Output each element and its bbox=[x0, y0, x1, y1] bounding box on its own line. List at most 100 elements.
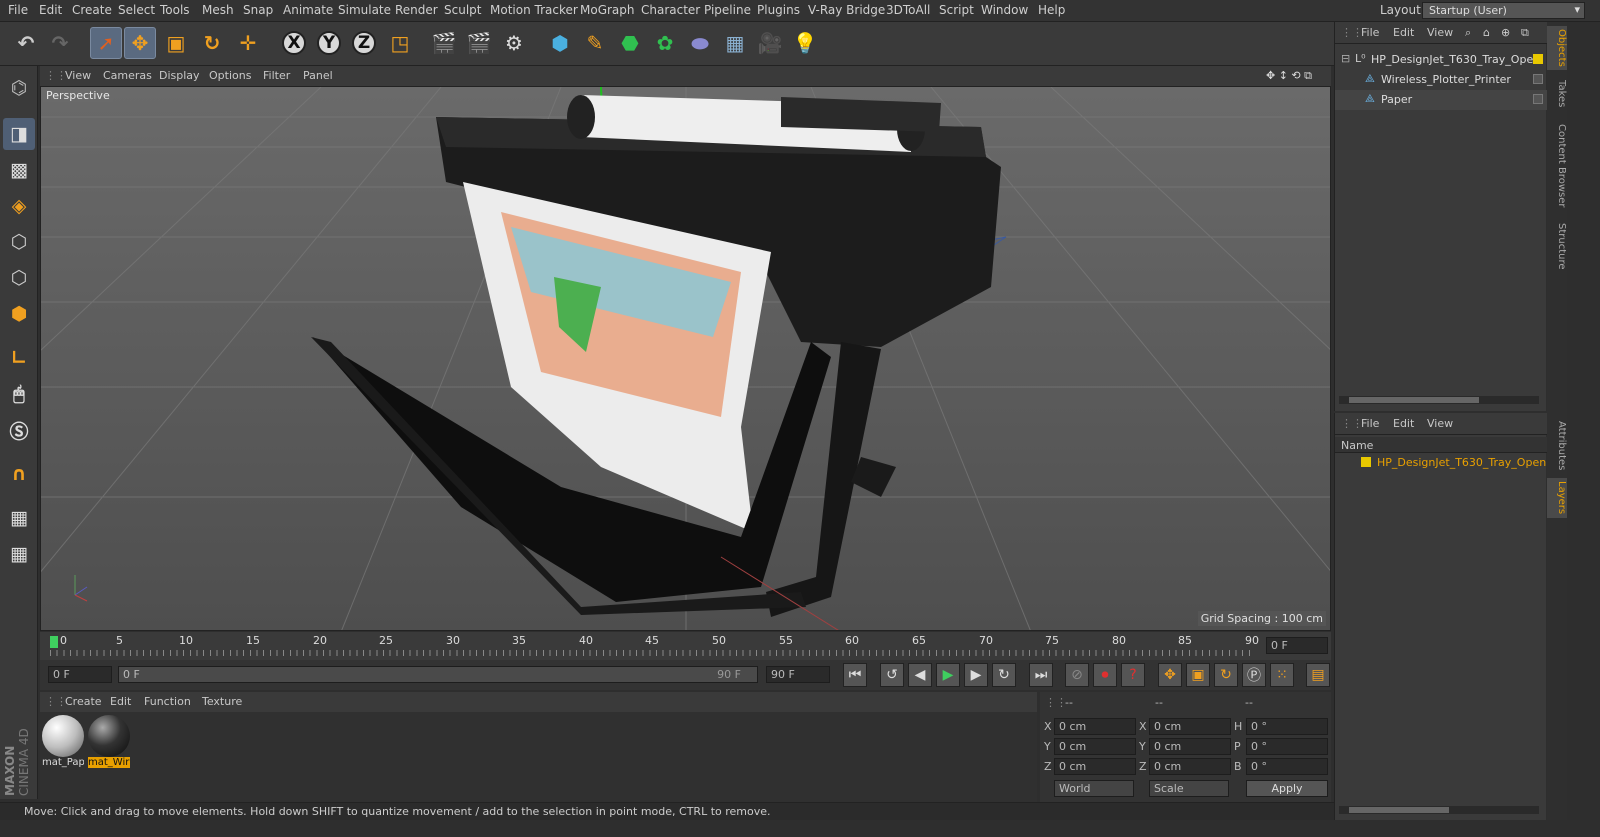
move-alt-icon[interactable]: ✛ bbox=[232, 27, 264, 59]
tab-structure[interactable]: Structure bbox=[1547, 218, 1567, 274]
viewport-menu-view[interactable]: View bbox=[65, 69, 91, 82]
horizontal-scrollbar[interactable] bbox=[1339, 806, 1539, 814]
tag-icon[interactable] bbox=[1533, 74, 1543, 84]
workplane-icon[interactable]: ◈ bbox=[3, 190, 35, 222]
planar-workplane-icon[interactable]: ▦ bbox=[3, 538, 35, 570]
model-mode-icon[interactable]: ◨ bbox=[3, 118, 35, 150]
viewport-menu-filter[interactable]: Filter bbox=[263, 69, 290, 82]
points-mode-icon[interactable]: ⬡ bbox=[3, 226, 35, 258]
move-icon[interactable]: ✥ bbox=[124, 27, 156, 59]
timeline-ruler[interactable]: 0 5 10 15 20 25 30 35 40 45 50 55 60 65 … bbox=[40, 632, 1331, 660]
next-frame-icon[interactable]: ▶ bbox=[964, 663, 988, 687]
redo-icon[interactable]: ↷ bbox=[44, 27, 76, 59]
material-swatch[interactable]: mat_Wir bbox=[88, 715, 130, 771]
undo-icon[interactable]: ↶ bbox=[10, 27, 42, 59]
timeline-window-icon[interactable]: ▤ bbox=[1306, 663, 1330, 687]
pen-spline-icon[interactable]: ✎ bbox=[579, 27, 611, 59]
light-icon[interactable]: 💡 bbox=[789, 27, 821, 59]
tab-attributes[interactable]: Attributes bbox=[1547, 418, 1567, 474]
previous-frame-icon[interactable]: ◀ bbox=[908, 663, 932, 687]
viewport-camera-label[interactable]: Perspective bbox=[43, 89, 113, 102]
viewport-menu-cameras[interactable]: Cameras bbox=[103, 69, 152, 82]
new-window-icon[interactable]: ⧉ bbox=[1521, 26, 1529, 40]
objects-menu-file[interactable]: File bbox=[1361, 26, 1379, 39]
collapse-icon[interactable]: ⊟ bbox=[1341, 52, 1350, 65]
go-to-start-icon[interactable]: ⏮ bbox=[843, 663, 867, 687]
camera-icon[interactable]: 🎥 bbox=[754, 27, 786, 59]
tag-icon[interactable] bbox=[1533, 94, 1543, 104]
menu-sculpt[interactable]: Sculpt bbox=[444, 3, 481, 17]
scale-icon[interactable]: ▣ bbox=[160, 27, 192, 59]
cube-primitive-icon[interactable]: ⬢ bbox=[544, 27, 576, 59]
apply-button[interactable]: Apply bbox=[1246, 780, 1328, 797]
x-axis-lock-button[interactable]: X bbox=[278, 27, 310, 59]
render-settings-icon[interactable]: ⚙ bbox=[498, 27, 530, 59]
menu-vray-bridge[interactable]: V-Ray Bridge bbox=[808, 3, 885, 17]
z-axis-lock-button[interactable]: Z bbox=[348, 27, 380, 59]
layout-select[interactable]: Startup (User) ▾ bbox=[1422, 2, 1585, 19]
go-to-end-icon[interactable]: ⏭ bbox=[1029, 663, 1053, 687]
y-axis-lock-button[interactable]: Y bbox=[313, 27, 345, 59]
menu-render[interactable]: Render bbox=[395, 3, 438, 17]
tab-layers[interactable]: Layers bbox=[1547, 478, 1567, 518]
menu-character[interactable]: Character bbox=[641, 3, 700, 17]
record-icon[interactable]: ⏺ bbox=[1093, 663, 1117, 687]
position-z-field[interactable]: 0 cm bbox=[1054, 758, 1136, 775]
layers-menu-view[interactable]: View bbox=[1427, 417, 1453, 430]
horizontal-scrollbar[interactable] bbox=[1339, 396, 1539, 404]
menu-help[interactable]: Help bbox=[1038, 3, 1065, 17]
layers-menu-file[interactable]: File bbox=[1361, 417, 1379, 430]
tweak-mode-icon[interactable]: 🖱 bbox=[3, 378, 35, 410]
menu-snap[interactable]: Snap bbox=[243, 3, 273, 17]
material-menu-create[interactable]: Create bbox=[65, 695, 102, 708]
menu-select[interactable]: Select bbox=[118, 3, 155, 17]
size-mode-select[interactable]: Scale bbox=[1149, 780, 1229, 797]
make-editable-icon[interactable]: ⌬ bbox=[3, 72, 35, 104]
size-z-field[interactable]: 0 cm bbox=[1149, 758, 1231, 775]
menu-plugins[interactable]: Plugins bbox=[757, 3, 800, 17]
search-icon[interactable]: ⌕ bbox=[1465, 26, 1471, 40]
menu-motion-tracker[interactable]: Motion Tracker bbox=[490, 3, 578, 17]
frame-range-slider[interactable]: 0 F 90 F bbox=[118, 666, 758, 683]
rotate-icon[interactable]: ↻ bbox=[196, 27, 228, 59]
rotation-h-field[interactable]: 0 ° bbox=[1246, 718, 1328, 735]
render-picture-viewer-icon[interactable]: 🎬 bbox=[463, 27, 495, 59]
keyframe-selection-icon[interactable]: ⊘ bbox=[1065, 663, 1089, 687]
material-menu-function[interactable]: Function bbox=[144, 695, 191, 708]
key-scale-icon[interactable]: ▣ bbox=[1186, 663, 1210, 687]
scrollbar-thumb[interactable] bbox=[1349, 807, 1449, 813]
menu-file[interactable]: File bbox=[8, 3, 28, 17]
viewport-menu-display[interactable]: Display bbox=[159, 69, 200, 82]
viewport-menu-panel[interactable]: Panel bbox=[303, 69, 333, 82]
layer-row[interactable]: HP_DesignJet_T630_Tray_Open bbox=[1335, 453, 1547, 473]
tab-content-browser[interactable]: Content Browser bbox=[1547, 118, 1567, 214]
menu-create[interactable]: Create bbox=[72, 3, 112, 17]
position-x-field[interactable]: 0 cm bbox=[1054, 718, 1136, 735]
mograph-cloner-icon[interactable]: ✿ bbox=[649, 27, 681, 59]
menu-mograph[interactable]: MoGraph bbox=[580, 3, 635, 17]
start-frame-field[interactable]: 0 F bbox=[48, 666, 112, 683]
size-x-field[interactable]: 0 cm bbox=[1149, 718, 1231, 735]
coordinate-mode-select[interactable]: World bbox=[1054, 780, 1134, 797]
menu-mesh[interactable]: Mesh bbox=[202, 3, 234, 17]
rotation-p-field[interactable]: 0 ° bbox=[1246, 738, 1328, 755]
key-pla-icon[interactable]: ⁙ bbox=[1270, 663, 1294, 687]
3d-viewport[interactable]: Perspective Grid Spacing : 100 cm bbox=[40, 86, 1331, 631]
menu-pipeline[interactable]: Pipeline bbox=[704, 3, 751, 17]
key-position-icon[interactable]: ✥ bbox=[1158, 663, 1182, 687]
menu-edit[interactable]: Edit bbox=[39, 3, 62, 17]
object-row[interactable]: ⊟ L⁰ HP_DesignJet_T630_Tray_Open bbox=[1335, 50, 1547, 70]
playhead-marker[interactable] bbox=[50, 636, 58, 648]
deformer-icon[interactable]: ⬬ bbox=[684, 27, 716, 59]
layer-color-swatch[interactable] bbox=[1533, 54, 1543, 64]
layers-menu-edit[interactable]: Edit bbox=[1393, 417, 1414, 430]
menu-simulate[interactable]: Simulate bbox=[338, 3, 391, 17]
texture-mode-icon[interactable]: ▩ bbox=[3, 154, 35, 186]
scrollbar-thumb[interactable] bbox=[1349, 397, 1479, 403]
navigation-icons[interactable]: ✥ ↕ ⟲ ⧉ bbox=[1266, 69, 1312, 83]
tab-takes[interactable]: Takes bbox=[1547, 74, 1567, 114]
coordinate-system-icon[interactable]: ◳ bbox=[384, 27, 416, 59]
edges-mode-icon[interactable]: ⬡ bbox=[3, 262, 35, 294]
play-icon[interactable]: ▶ bbox=[936, 663, 960, 687]
size-y-field[interactable]: 0 cm bbox=[1149, 738, 1231, 755]
